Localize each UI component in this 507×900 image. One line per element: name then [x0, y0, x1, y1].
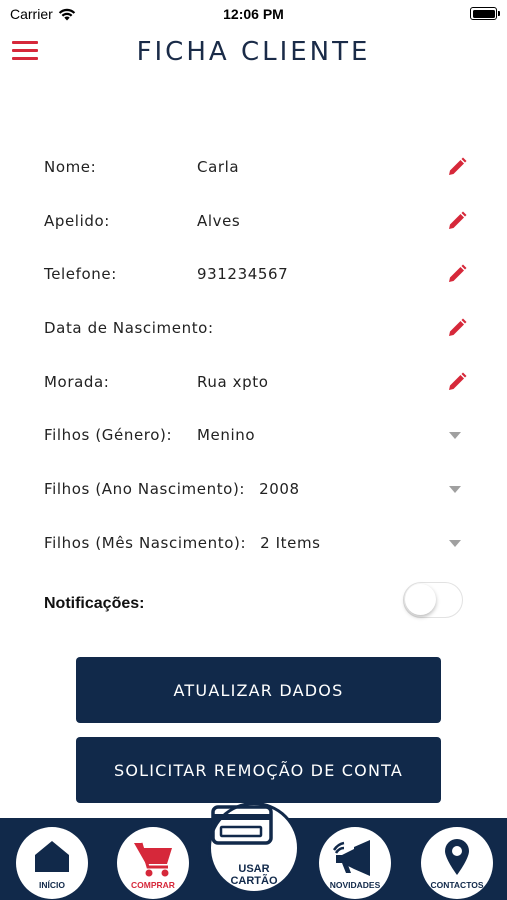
tab-inicio[interactable]: INÍCIO — [16, 827, 88, 899]
page-title: FICHA CLIENTE — [136, 37, 371, 67]
field-value: Menino — [197, 426, 256, 445]
request-account-removal-button[interactable]: SOLICITAR REMOÇÃO DE CONTA — [76, 737, 441, 803]
field-value: 2 Items — [260, 533, 321, 552]
tab-label: NOVIDADES — [329, 880, 381, 890]
field-label: Filhos (Mês Nascimento): — [44, 533, 247, 552]
status-bar: Carrier 12:06 PM — [0, 0, 507, 28]
field-value: 2008 — [259, 479, 300, 498]
field-morada: Morada: Rua xpto — [44, 355, 469, 409]
notifications-label: Notificações: — [44, 595, 145, 612]
tab-label-line1: USAR — [238, 863, 270, 875]
field-filhos-ano[interactable]: Filhos (Ano Nascimento): 2008 — [44, 462, 469, 516]
notifications-row: Notificações: — [44, 582, 469, 626]
tab-label: INÍCIO — [39, 880, 65, 890]
dropdown-arrow-icon[interactable] — [449, 485, 461, 493]
field-label: Telefone: — [44, 265, 117, 284]
pencil-edit-icon[interactable] — [447, 318, 467, 338]
tab-label: CONTACTOS — [430, 880, 484, 890]
tab-label-line2: CARTÃO — [230, 875, 278, 887]
pencil-edit-icon[interactable] — [447, 157, 467, 177]
tab-novidades[interactable]: NOVIDADES — [319, 827, 391, 899]
field-value: Carla — [197, 157, 240, 176]
field-filhos-genero[interactable]: Filhos (Género): Menino — [44, 408, 469, 462]
shopping-cart-icon — [134, 842, 172, 877]
field-nome: Nome: Carla — [44, 140, 469, 194]
home-icon — [35, 841, 69, 872]
field-label: Filhos (Género): — [44, 426, 173, 445]
field-label: Morada: — [44, 372, 110, 391]
dropdown-arrow-icon[interactable] — [449, 432, 461, 440]
tab-usar-cartao[interactable]: USAR CARTÃO — [208, 802, 300, 894]
field-data-nascimento: Data de Nascimento: — [44, 301, 469, 355]
tab-label: COMPRAR — [131, 880, 175, 890]
field-label: Filhos (Ano Nascimento): — [44, 479, 246, 498]
update-data-button[interactable]: ATUALIZAR DADOS — [76, 657, 441, 723]
field-value: Rua xpto — [197, 372, 269, 391]
pencil-edit-icon[interactable] — [447, 264, 467, 284]
field-label: Nome: — [44, 157, 97, 176]
clock: 12:06 PM — [223, 6, 284, 22]
battery-icon — [470, 7, 500, 20]
pencil-edit-icon[interactable] — [447, 211, 467, 231]
dropdown-arrow-icon[interactable] — [449, 539, 461, 547]
field-value: Alves — [197, 211, 241, 230]
card-icon — [211, 805, 273, 845]
field-label: Data de Nascimento: — [44, 318, 214, 337]
tab-label: USAR CARTÃO — [211, 863, 297, 887]
tab-contactos[interactable]: CONTACTOS — [421, 827, 493, 899]
app-header: FICHA CLIENTE — [0, 28, 507, 78]
location-pin-icon — [445, 839, 469, 875]
tab-comprar[interactable]: COMPRAR — [117, 827, 189, 899]
pencil-edit-icon[interactable] — [447, 372, 467, 392]
toggle-knob — [405, 584, 436, 615]
field-label: Apelido: — [44, 211, 110, 230]
client-form: Nome: Carla Apelido: Alves Telefone: 931… — [44, 140, 469, 570]
notifications-toggle[interactable] — [403, 582, 463, 618]
field-value: 931234567 — [197, 265, 289, 284]
field-apelido: Apelido: Alves — [44, 194, 469, 248]
field-telefone: Telefone: 931234567 — [44, 247, 469, 301]
megaphone-icon — [332, 840, 370, 876]
field-filhos-mes[interactable]: Filhos (Mês Nascimento): 2 Items — [44, 516, 469, 570]
bottom-tab-bar: INÍCIO COMPRAR USAR CARTÃO NOVIDADES CON… — [0, 802, 507, 900]
